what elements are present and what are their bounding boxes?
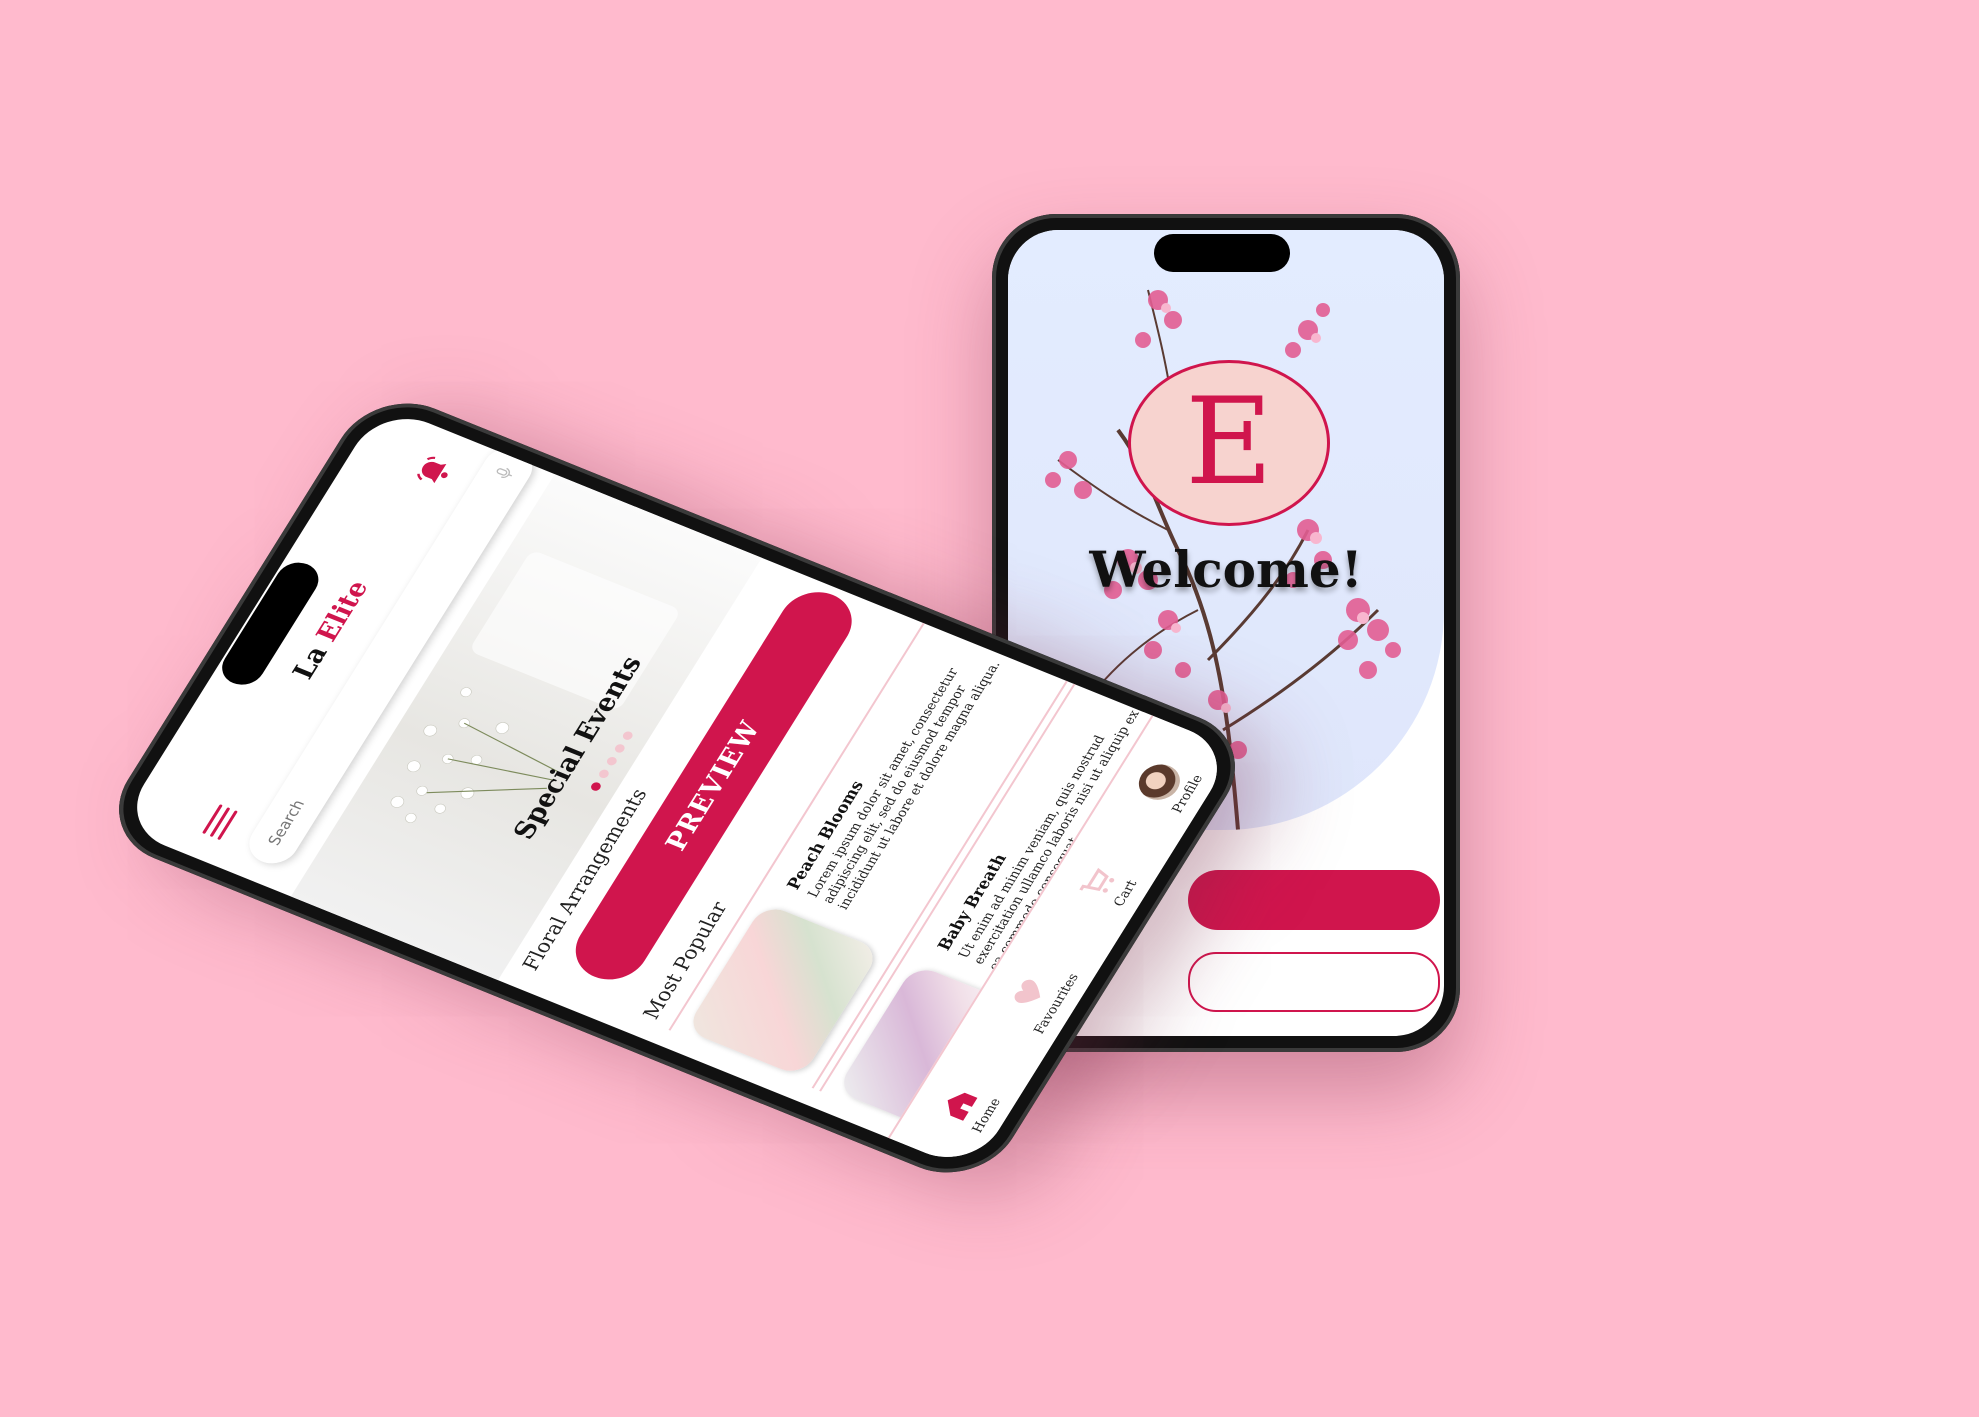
nav-profile[interactable]: Profile xyxy=(1130,757,1206,815)
bell-icon[interactable] xyxy=(410,451,460,493)
carousel-dot[interactable] xyxy=(589,781,603,793)
welcome-title: Welcome! xyxy=(1089,540,1363,599)
nav-cart[interactable]: Cart xyxy=(1072,860,1143,911)
carousel-dot[interactable] xyxy=(612,743,627,755)
primary-button[interactable] xyxy=(1188,870,1440,930)
nav-home[interactable]: Home xyxy=(932,1081,1004,1135)
brand-logo: E xyxy=(1128,360,1330,526)
secondary-button[interactable] xyxy=(1188,952,1440,1012)
app-name-b: Elite xyxy=(310,576,376,646)
dynamic-island xyxy=(1154,234,1290,272)
nav-favourites[interactable]: Favourites xyxy=(994,956,1082,1036)
carousel-dot[interactable] xyxy=(596,768,611,780)
carousel-dot[interactable] xyxy=(604,756,619,768)
menu-icon[interactable] xyxy=(197,802,241,841)
carousel-dot[interactable] xyxy=(620,730,635,742)
logo-letter: E xyxy=(1185,373,1273,512)
